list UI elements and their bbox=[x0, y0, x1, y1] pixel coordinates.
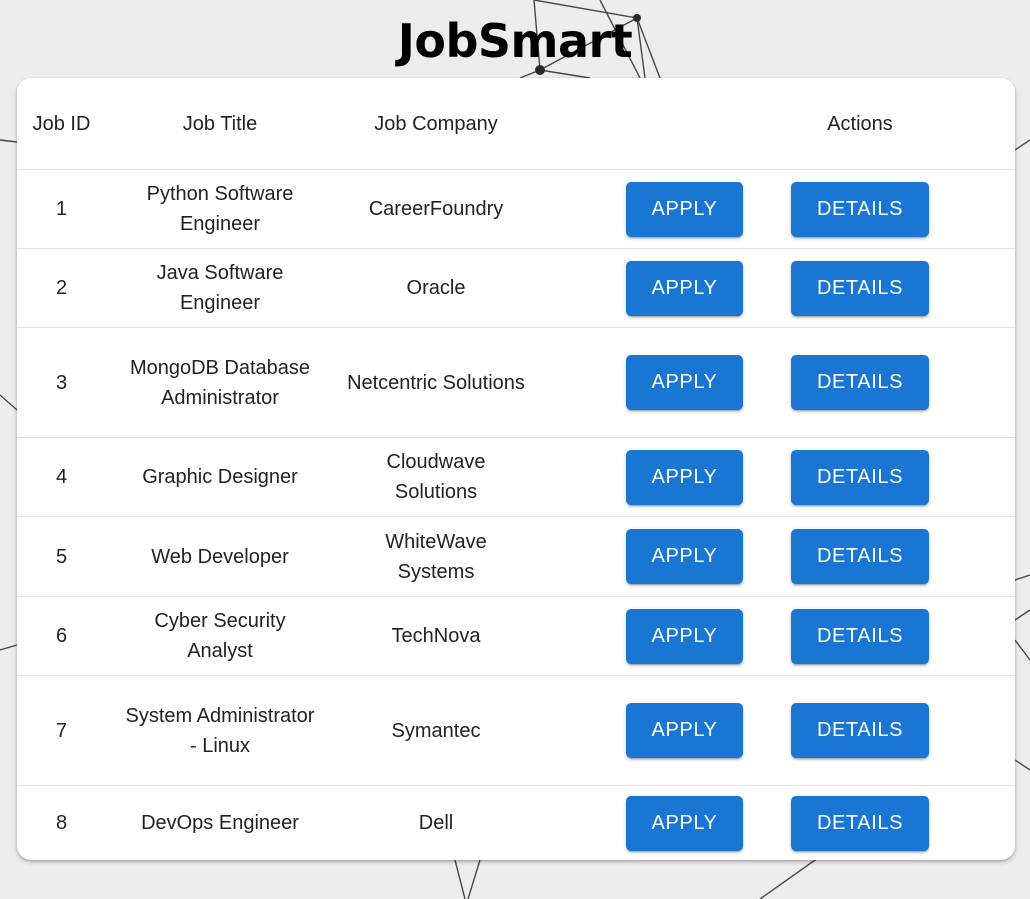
apply-button[interactable]: APPLY bbox=[626, 608, 743, 664]
job-id-cell: 2 bbox=[55, 277, 68, 299]
header-job-title: Job Title bbox=[182, 112, 258, 135]
job-title-cell: Web Developer bbox=[151, 545, 289, 568]
header-job-id: Job ID bbox=[32, 112, 91, 135]
job-company-cell: Netcentric Solutions bbox=[347, 371, 525, 394]
job-company-cell: TechNova bbox=[391, 625, 481, 647]
page-title: JobSmart bbox=[397, 14, 633, 68]
job-title-cell: MongoDB Database Administrator bbox=[129, 356, 311, 409]
job-title-cell: System Administrator - Linux bbox=[125, 704, 315, 757]
table-row: 4 Graphic Designer Cloudwave Solutions A… bbox=[17, 438, 1015, 517]
job-title-cell: Python Software Engineer bbox=[146, 183, 294, 235]
details-button[interactable]: DETAILS bbox=[791, 449, 929, 505]
job-company-cell: Symantec bbox=[391, 719, 481, 742]
table-row: 7 System Administrator - Linux Symantec … bbox=[17, 676, 1015, 786]
job-company-cell: WhiteWave Systems bbox=[385, 530, 487, 583]
apply-button[interactable]: APPLY bbox=[626, 260, 743, 316]
table-row: 6 Cyber Security Analyst TechNova APPLY … bbox=[17, 597, 1015, 676]
job-id-cell: 6 bbox=[55, 625, 68, 647]
table-row: 1 Python Software Engineer CareerFoundry… bbox=[17, 170, 1015, 249]
apply-button[interactable]: APPLY bbox=[626, 703, 743, 758]
table-row: 2 Java Software Engineer Oracle APPLY DE… bbox=[17, 249, 1015, 328]
apply-button[interactable]: APPLY bbox=[626, 449, 743, 505]
apply-button[interactable]: APPLY bbox=[626, 795, 743, 851]
jobs-table: Job ID Job Title Job Company Actions 1 P… bbox=[17, 78, 1015, 860]
details-button[interactable]: DETAILS bbox=[791, 529, 929, 584]
job-company-cell: Cloudwave Solutions bbox=[386, 451, 486, 503]
header-job-company: Job Company bbox=[374, 112, 498, 135]
details-button[interactable]: DETAILS bbox=[791, 795, 929, 851]
apply-button[interactable]: APPLY bbox=[626, 181, 743, 237]
job-id-cell: 7 bbox=[55, 719, 68, 742]
table-row: 3 MongoDB Database Administrator Netcent… bbox=[17, 328, 1015, 438]
details-button[interactable]: DETAILS bbox=[791, 260, 929, 316]
job-title-cell: Graphic Designer bbox=[142, 466, 298, 488]
header-actions: Actions bbox=[827, 112, 893, 135]
details-button[interactable]: DETAILS bbox=[791, 181, 929, 237]
job-company-cell: Oracle bbox=[406, 277, 466, 299]
details-button[interactable]: DETAILS bbox=[791, 355, 929, 410]
job-company-cell: Dell bbox=[418, 812, 454, 834]
job-id-cell: 1 bbox=[55, 198, 68, 220]
apply-button[interactable]: APPLY bbox=[626, 355, 743, 410]
job-title-cell: DevOps Engineer bbox=[141, 812, 299, 834]
job-title-cell: Cyber Security Analyst bbox=[154, 610, 286, 662]
table-row: 5 Web Developer WhiteWave Systems APPLY … bbox=[17, 517, 1015, 597]
job-id-cell: 3 bbox=[55, 371, 68, 394]
table-row: 8 DevOps Engineer Dell APPLY DETAILS bbox=[17, 786, 1015, 860]
job-title-cell: Java Software Engineer bbox=[156, 262, 284, 314]
job-company-cell: CareerFoundry bbox=[368, 198, 504, 220]
job-id-cell: 8 bbox=[55, 812, 68, 834]
table-header-row: Job ID Job Title Job Company Actions bbox=[17, 78, 1015, 170]
apply-button[interactable]: APPLY bbox=[626, 529, 743, 584]
job-id-cell: 5 bbox=[55, 545, 68, 568]
details-button[interactable]: DETAILS bbox=[791, 703, 929, 758]
details-button[interactable]: DETAILS bbox=[791, 608, 929, 664]
job-id-cell: 4 bbox=[55, 466, 68, 488]
